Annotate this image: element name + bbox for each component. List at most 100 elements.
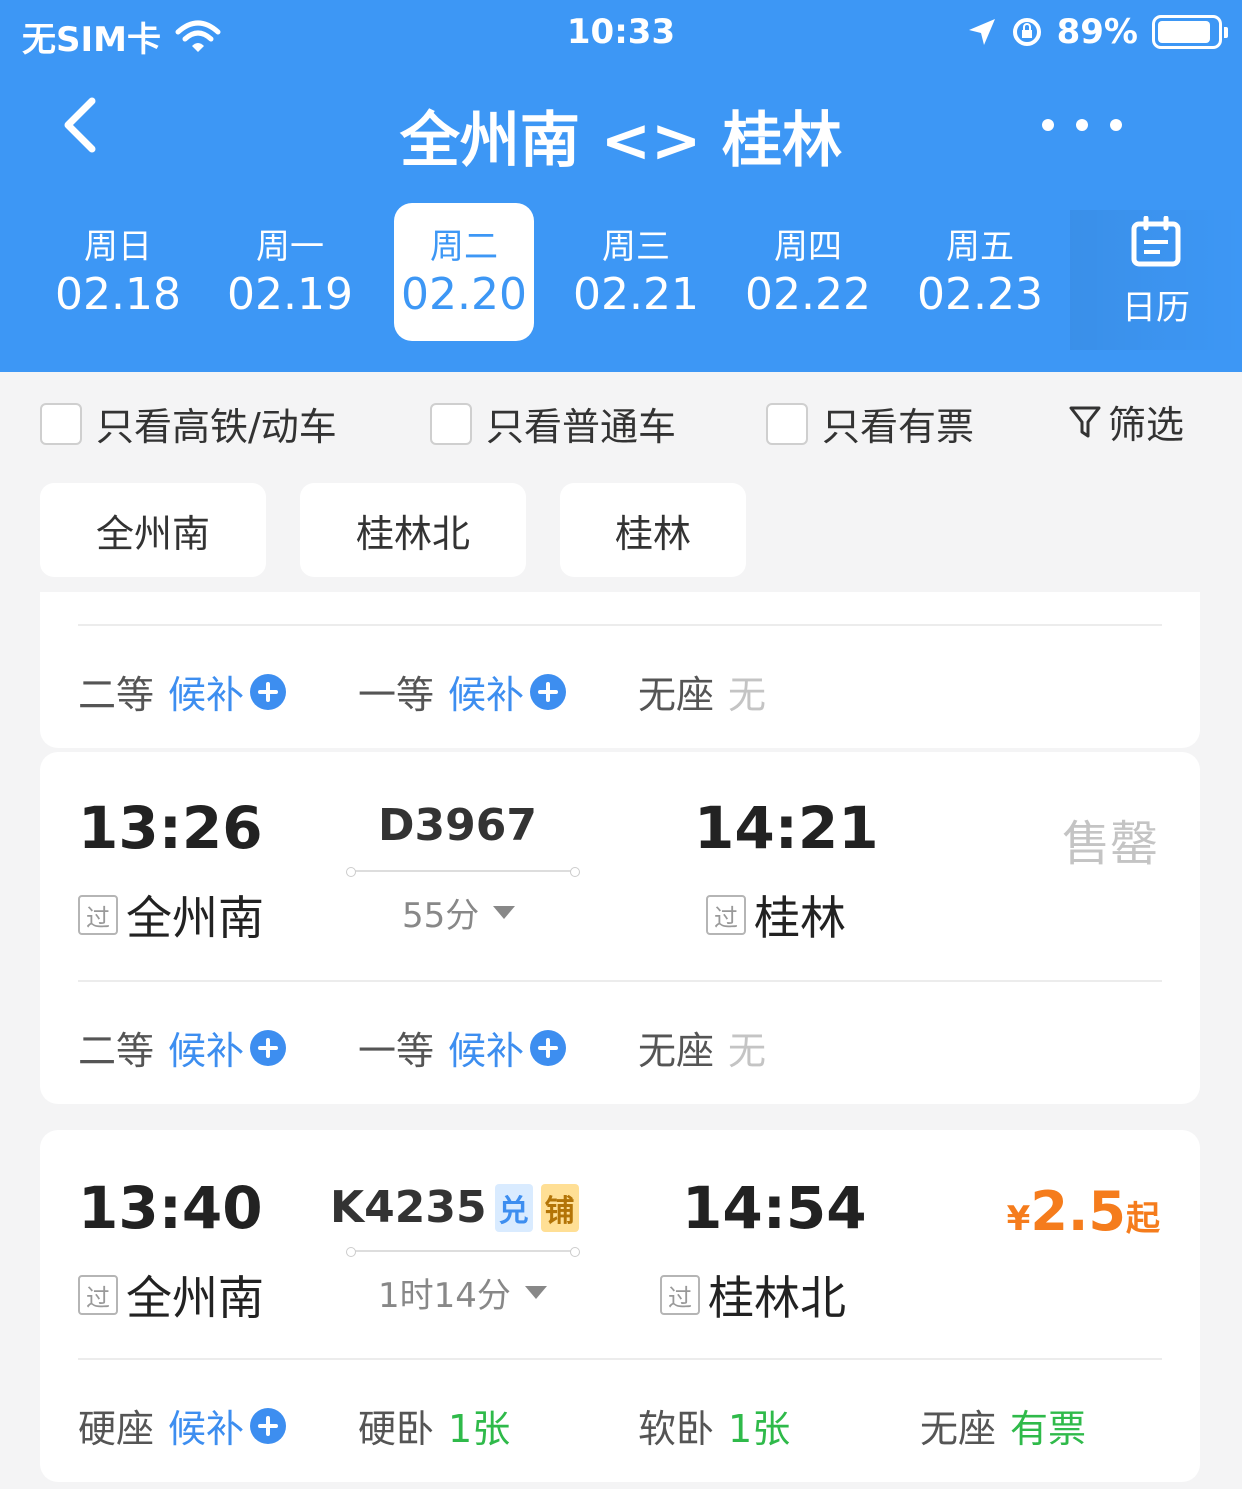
price: ¥ 2.5 起: [1007, 1180, 1160, 1243]
battery-level: [1158, 21, 1210, 43]
seat-item[interactable]: 二等 候补: [78, 1020, 287, 1075]
checkbox[interactable]: [430, 402, 472, 445]
seat-item[interactable]: 二等 候补: [78, 664, 287, 719]
seat-status: 无: [728, 1029, 767, 1073]
divider: [78, 624, 1162, 626]
seat-item[interactable]: 硬座 候补: [78, 1398, 287, 1453]
filter-button[interactable]: 筛选: [1068, 394, 1184, 449]
date-weekday: 周日: [84, 227, 152, 267]
date-value: 02.19: [227, 269, 353, 320]
date-tab-selected[interactable]: 周二 02.20: [394, 203, 534, 341]
seat-type: 二等: [78, 1029, 155, 1073]
nav-bar: 全州南 <> 桂林: [0, 80, 1242, 176]
filter-high-speed[interactable]: 只看高铁/动车: [40, 396, 337, 451]
seat-type: 硬卧: [358, 1407, 435, 1451]
seat-item[interactable]: 无座 有票: [920, 1398, 1086, 1453]
calendar-label: 日历: [1122, 288, 1190, 328]
duration-text: 55分: [402, 896, 480, 936]
location-arrow-icon: [968, 19, 995, 45]
seat-item[interactable]: 无座 无: [638, 664, 766, 719]
train-number: K4235: [330, 1182, 487, 1233]
status-bar: 无SIM卡 10:33 89%: [0, 0, 1242, 64]
seat-type: 无座: [920, 1407, 997, 1451]
caret-down-icon: [524, 1286, 547, 1299]
seat-status: 候补: [448, 673, 525, 717]
plus-circle-icon: [250, 673, 287, 710]
route-line: [346, 1247, 580, 1257]
arrival-station-name: 桂林北: [708, 1271, 846, 1325]
seat-status: 1张: [728, 1407, 791, 1451]
seat-type: 无座: [638, 673, 715, 717]
seat-type: 硬座: [78, 1407, 155, 1451]
filter-normal-train[interactable]: 只看普通车: [430, 396, 676, 451]
seat-status: 候补: [448, 1029, 525, 1073]
seat-item[interactable]: 软卧 1张: [638, 1398, 790, 1453]
departure-station: 过 全州南: [78, 882, 264, 948]
departure-time: 13:40: [78, 1174, 263, 1242]
pass-badge: 过: [706, 895, 746, 935]
funnel-icon: [1069, 406, 1101, 437]
date-value: 02.21: [573, 269, 699, 320]
price-suffix: 起: [1126, 1199, 1160, 1239]
station-tab[interactable]: 全州南: [40, 483, 266, 577]
seat-item[interactable]: 一等 候补: [358, 664, 567, 719]
duration[interactable]: 1时14分: [378, 1268, 547, 1317]
seat-item[interactable]: 无座 无: [638, 1020, 766, 1075]
price-amount: 2.5: [1030, 1180, 1126, 1243]
arrival-station: 过 桂林: [706, 882, 846, 948]
plus-circle-icon: [530, 1029, 567, 1066]
seat-type: 软卧: [638, 1407, 715, 1451]
sold-out-label: 售罄: [1061, 816, 1158, 872]
seat-type: 二等: [78, 673, 155, 717]
checkbox[interactable]: [766, 402, 808, 445]
station-tab[interactable]: 桂林北: [300, 483, 526, 577]
route-line: [346, 867, 580, 877]
train-number: D3967: [378, 800, 537, 851]
departure-station-name: 全州南: [126, 1271, 264, 1325]
battery-percent: 89%: [1056, 12, 1138, 52]
duration[interactable]: 55分: [402, 888, 516, 937]
pass-badge: 过: [78, 1275, 118, 1315]
date-value: 02.22: [745, 269, 871, 320]
plus-circle-icon: [530, 673, 567, 710]
filter-bar: 只看高铁/动车 只看普通车 只看有票 筛选: [0, 372, 1242, 464]
seat-item[interactable]: 硬卧 1张: [358, 1398, 510, 1453]
train-card[interactable]: 二等 候补 一等 候补 无座 无: [40, 592, 1200, 748]
date-weekday: 周一: [256, 227, 324, 267]
filter-label: 只看有票: [822, 405, 975, 449]
duration-text: 1时14分: [378, 1276, 511, 1316]
exchange-tag: 兑: [494, 1183, 533, 1232]
checkbox[interactable]: [40, 402, 82, 445]
more-dot-icon: [1110, 119, 1122, 131]
more-button[interactable]: [1042, 110, 1122, 140]
seat-type: 一等: [358, 673, 435, 717]
arrival-station: 过 桂林北: [660, 1262, 846, 1328]
train-card[interactable]: 13:26 过 全州南 D3967 55分 14:21 过 桂林 售罄 二等 候…: [40, 752, 1200, 1104]
date-tab[interactable]: 周日 02.18: [48, 203, 188, 341]
seat-type: 无座: [638, 1029, 715, 1073]
date-tab[interactable]: 周三 02.21: [566, 203, 706, 341]
filter-button-label: 筛选: [1107, 403, 1184, 447]
seat-status: 候补: [168, 1407, 245, 1451]
header: 无SIM卡 10:33 89% 全州南 <> 桂林 周日 02.18 周一 02…: [0, 0, 1242, 372]
calendar-button[interactable]: 日历: [1070, 210, 1242, 350]
filter-available[interactable]: 只看有票: [766, 396, 974, 451]
seat-item[interactable]: 一等 候补: [358, 1020, 567, 1075]
seat-row: 二等 候补 一等 候补 无座 无: [78, 664, 1162, 717]
divider: [78, 1358, 1162, 1360]
date-tab[interactable]: 周五 02.23: [910, 203, 1050, 341]
date-tab[interactable]: 周四 02.22: [738, 203, 878, 341]
seat-type: 一等: [358, 1029, 435, 1073]
departure-time: 13:26: [78, 794, 263, 862]
seat-row: 硬座 候补 硬卧 1张 软卧 1张 无座 有票: [78, 1398, 1162, 1451]
arrival-time: 14:21: [694, 794, 879, 862]
price-currency: ¥: [1006, 1199, 1031, 1239]
departure-station: 过 全州南: [78, 1262, 264, 1328]
seat-row: 二等 候补 一等 候补 无座 无: [78, 1020, 1162, 1073]
train-number-group: K4235 兑 铺: [330, 1182, 579, 1233]
station-tab[interactable]: 桂林: [560, 483, 746, 577]
date-weekday: 周三: [602, 227, 670, 267]
arrival-station-name: 桂林: [754, 891, 846, 945]
train-card[interactable]: 13:40 过 全州南 K4235 兑 铺 1时14分 14:54 过 桂林北 …: [40, 1130, 1200, 1482]
date-tab[interactable]: 周一 02.19: [220, 203, 360, 341]
